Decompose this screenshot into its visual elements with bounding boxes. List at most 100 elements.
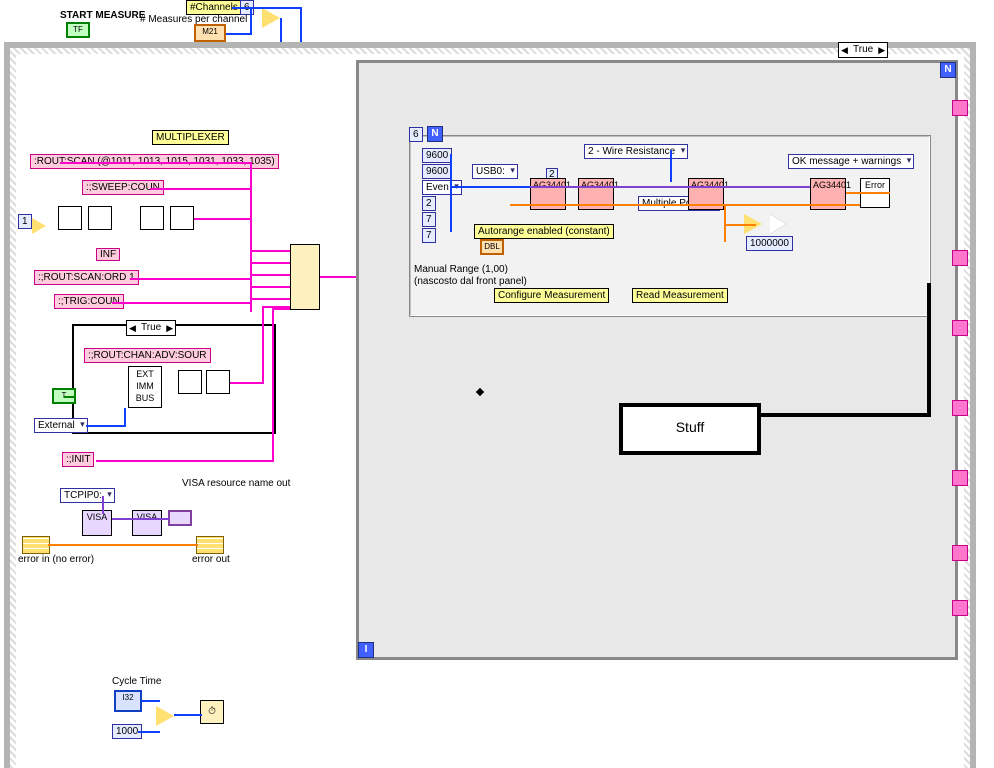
div-wire-h (724, 224, 756, 226)
measure-chain-panel: 9600 9600 Even 2 7 7 USB0: 2 2 - Wire Re… (409, 135, 931, 317)
rout-scan-ord-string: :;ROUT:SCAN:ORD 1 (34, 270, 139, 285)
usb0-resource[interactable]: USB0: (472, 164, 518, 179)
autorange-const: DBL (480, 239, 504, 255)
sr-5 (952, 470, 968, 486)
error-out-terminal[interactable] (196, 536, 224, 554)
const-one: 1 (18, 214, 32, 229)
init-wire-h (96, 460, 274, 462)
for-N-box: N (427, 126, 443, 142)
w-ord (130, 278, 252, 280)
format-subvi-2[interactable] (88, 206, 112, 230)
error-in-terminal[interactable] (22, 536, 50, 554)
measures-per-channel-control[interactable]: M21 (194, 24, 226, 42)
outer-case-selector[interactable]: True (838, 42, 888, 58)
cycle-wire1 (142, 700, 160, 702)
init-string: :;INIT (62, 452, 94, 467)
init-into-concat (272, 308, 290, 310)
databits-2: 2 (422, 196, 436, 211)
manual-range-label: Manual Range (1,00) (414, 264, 508, 275)
configure-measurement-label: Configure Measurement (494, 288, 609, 303)
init-wire-v (272, 308, 274, 462)
stuff-box: Stuff (619, 403, 761, 455)
sr-3 (952, 320, 968, 336)
inner-for-loop: N I 9600 9600 Even 2 7 7 USB0: 2 2 - Wir… (356, 60, 958, 660)
into-concat-2 (252, 262, 290, 264)
data-out-wire-h (751, 413, 931, 417)
measurement-type[interactable]: 2 - Wire Resistance (584, 144, 688, 159)
labview-block-diagram: START MEASURE TF #Channels 6 # Measures … (0, 0, 994, 768)
error-chain-wire (510, 204, 860, 206)
external-wire (86, 425, 126, 427)
cycle-time-label: Cycle Time (112, 676, 161, 687)
serial-cfg-wire-v (450, 154, 452, 232)
case-output-wire-v (262, 306, 264, 384)
sr-1 (952, 100, 968, 116)
multiply-cycle (156, 706, 174, 726)
into-concat-3 (252, 274, 290, 276)
for-N: N (940, 62, 956, 78)
concat-out-wire (320, 276, 356, 278)
error-to-handler (846, 192, 890, 194)
sr-6 (952, 545, 968, 561)
send-in-case[interactable] (206, 370, 230, 394)
for-N-six: 6 (409, 127, 423, 142)
concat-strings-2[interactable] (170, 206, 194, 230)
mux-bus-v (250, 162, 252, 312)
sr-4 (952, 400, 968, 416)
sr-2 (952, 250, 968, 266)
inner-case-structure (72, 324, 276, 434)
wire-six-right (250, 7, 300, 9)
ext-imm-bus-enum[interactable]: EXT IMM BUS (128, 366, 162, 408)
wire-mpc-v (250, 7, 252, 35)
visa-close-subvi[interactable]: VISA (132, 510, 162, 536)
w-trig (112, 302, 252, 304)
num-7b: 7 (422, 228, 436, 243)
tcpip0-resource[interactable]: TCPIP0: (60, 488, 115, 503)
error-in-label: error in (no error) (18, 554, 94, 565)
visa-resource-name-out: VISA resource name out (182, 478, 290, 489)
w-sweep (150, 188, 252, 190)
cycle-wire2 (138, 731, 160, 733)
ok-message-warnings[interactable]: OK message + warnings (788, 154, 914, 169)
start-measure-label: START MEASURE (60, 10, 145, 21)
w-concat (194, 218, 252, 220)
one-million: 1000000 (746, 236, 793, 251)
visa-error-wire (48, 544, 198, 546)
format-subvi-1[interactable] (58, 206, 82, 230)
into-concat-1 (252, 250, 290, 252)
into-concat-5 (252, 298, 290, 300)
multiply-prim-top (262, 8, 280, 28)
autorange-label: Autorange enabled (constant) (474, 224, 614, 239)
visa-open-subvi[interactable]: VISA (82, 510, 112, 536)
start-measure-terminal[interactable]: TF (66, 22, 90, 38)
baud-9600a: 9600 (422, 148, 452, 163)
manual-range-sub: (nascosto dal front panel) (414, 276, 527, 287)
cycle-time-control[interactable]: I32 (114, 690, 142, 712)
concat-in-case[interactable] (178, 370, 202, 394)
increment-prim (32, 218, 46, 234)
for-iter: I (358, 642, 374, 658)
concat-strings-1[interactable] (140, 206, 164, 230)
external-wire-v (124, 408, 126, 426)
bool-into-case (64, 396, 74, 398)
rout-chan-adv-sour: :;ROUT:CHAN:ADV:SOUR (84, 348, 211, 363)
visa-chain (112, 518, 170, 520)
probe-dot (476, 388, 484, 396)
external-enum[interactable]: External (34, 418, 88, 433)
w-routscan (60, 162, 252, 164)
inner-case-selector[interactable]: True (126, 320, 176, 336)
case-output-wire-h (230, 382, 264, 384)
wait-ms-subvi[interactable]: ⏱ (200, 700, 224, 724)
visa-out-indicator[interactable] (168, 510, 192, 526)
tcp-to-visa (102, 496, 104, 514)
sr-7 (952, 600, 968, 616)
compare-secondary (770, 214, 786, 234)
read-measurement-label: Read Measurement (632, 288, 728, 303)
num-7a: 7 (422, 212, 436, 227)
inf-string: INF (96, 248, 120, 261)
stuff-label: Stuff (623, 419, 757, 435)
concat-build-node[interactable] (290, 244, 320, 310)
into-concat-4 (252, 286, 290, 288)
multiplexer-title: MULTIPLEXER (152, 130, 229, 145)
error-out-label: error out (192, 554, 230, 565)
